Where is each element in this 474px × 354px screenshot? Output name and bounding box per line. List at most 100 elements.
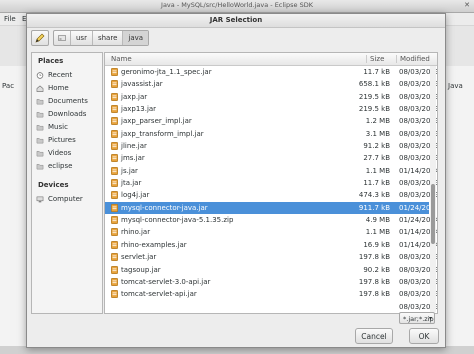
places-item-label: Downloads bbox=[48, 110, 87, 118]
file-name: mysql-connector-java.jar bbox=[121, 203, 208, 212]
jar-selection-dialog: JAR Selection usr share java Places Rece… bbox=[26, 13, 446, 348]
jar-file-icon bbox=[111, 216, 118, 225]
file-row[interactable]: log4j.jar 474.3 kB 08/03/2013 bbox=[105, 189, 437, 201]
file-row[interactable]: rhino.jar 1.1 MB 01/14/2014 bbox=[105, 226, 437, 238]
file-name: jaxp_transform_impl.jar bbox=[121, 129, 204, 138]
file-name: js.jar bbox=[121, 166, 138, 175]
breadcrumb-java[interactable]: java bbox=[123, 31, 149, 45]
eclipse-window-title: Java - MySQL/src/HelloWorld.java - Eclip… bbox=[161, 1, 313, 9]
places-item-documents[interactable]: Documents bbox=[36, 96, 88, 107]
file-row[interactable]: jaxp13.jar 219.5 kB 08/03/2013 bbox=[105, 103, 437, 115]
places-item-recent[interactable]: Recent bbox=[36, 70, 72, 81]
breadcrumb-root[interactable] bbox=[54, 31, 71, 45]
chevron-down-icon: ▾ bbox=[428, 315, 432, 322]
column-modified[interactable]: Modified bbox=[396, 55, 430, 63]
file-row[interactable]: jaxp.jar 219.5 kB 08/03/2013 bbox=[105, 91, 437, 103]
file-row[interactable]: javassist.jar 658.1 kB 08/03/2013 bbox=[105, 78, 437, 90]
file-size: 1.1 MB bbox=[365, 166, 390, 175]
breadcrumb-share[interactable]: share bbox=[93, 31, 124, 45]
file-row[interactable]: jline.jar 91.2 kB 08/03/2013 bbox=[105, 140, 437, 152]
file-name: geronimo-jta_1.1_spec.jar bbox=[121, 68, 212, 76]
menu-file[interactable]: File bbox=[4, 15, 16, 23]
pencil-icon bbox=[35, 33, 45, 43]
places-item-pictures[interactable]: Pictures bbox=[36, 135, 76, 146]
breadcrumb-usr[interactable]: usr bbox=[71, 31, 93, 45]
file-size: 197.8 kB bbox=[358, 253, 390, 262]
file-row[interactable]: mysql-connector-java.jar 911.7 kB 01/24/20… bbox=[105, 201, 437, 215]
places-item-videos[interactable]: Videos bbox=[36, 148, 71, 159]
file-size: 197.8 kB bbox=[358, 277, 390, 286]
file-row[interactable]: rhino-examples.jar 16.9 kB 01/14/2014 bbox=[105, 239, 437, 251]
places-item-music[interactable]: Music bbox=[36, 122, 68, 133]
scrollbar[interactable] bbox=[430, 66, 436, 312]
computer-icon bbox=[36, 196, 44, 203]
cancel-button[interactable]: Cancel bbox=[355, 328, 393, 344]
file-row[interactable]: jms.jar 27.7 kB 08/03/2013 bbox=[105, 152, 437, 164]
file-row[interactable]: servlet.jar 197.8 kB 08/03/2013 bbox=[105, 251, 437, 263]
file-size: 474.3 kB bbox=[358, 191, 390, 200]
clock-icon bbox=[36, 72, 44, 79]
jar-file-icon bbox=[111, 265, 118, 274]
column-size[interactable]: Size bbox=[366, 55, 384, 63]
file-name: javassist.jar bbox=[121, 80, 163, 89]
places-item-label: Videos bbox=[48, 149, 72, 157]
folder-icon bbox=[36, 151, 44, 157]
jar-file-icon bbox=[111, 290, 118, 299]
file-name: jline.jar bbox=[121, 142, 147, 151]
file-name: jaxp13.jar bbox=[121, 105, 157, 114]
places-item-label: Home bbox=[48, 84, 69, 92]
dialog-titlebar: JAR Selection bbox=[27, 14, 445, 28]
file-row[interactable]: jaxp_parser_impl.jar 1.2 MB 08/03/2013 bbox=[105, 115, 437, 127]
jar-file-icon bbox=[111, 228, 118, 237]
dialog-title: JAR Selection bbox=[209, 16, 263, 24]
file-rows: geronimo-jta_1.1_spec.jar 11.7 kB 08/03/20… bbox=[105, 66, 437, 313]
file-name: mysql-connector-java-5.1.35.zip bbox=[121, 216, 234, 225]
edit-location-button[interactable] bbox=[31, 30, 49, 46]
file-row[interactable]: tomcat-servlet-api.jar 197.8 kB 08/03/2013 bbox=[105, 288, 437, 300]
jar-file-icon bbox=[111, 80, 118, 89]
places-item-eclipse[interactable]: eclipse bbox=[36, 161, 72, 172]
folder-icon bbox=[36, 125, 44, 131]
file-name: jaxp.jar bbox=[121, 92, 148, 101]
file-size: 16.9 kB bbox=[363, 240, 390, 249]
file-row[interactable]: js.jar 1.1 MB 01/14/2014 bbox=[105, 165, 437, 177]
package-explorer-tab[interactable]: Pac bbox=[2, 82, 14, 90]
file-type-filter[interactable]: *.jar;*.zip ▾ bbox=[399, 312, 435, 324]
file-name: jms.jar bbox=[121, 154, 145, 163]
places-item-downloads[interactable]: Downloads bbox=[36, 109, 86, 120]
places-item-computer[interactable]: Computer bbox=[36, 194, 83, 205]
file-size: 219.5 kB bbox=[358, 92, 390, 101]
file-size: 219.5 kB bbox=[358, 105, 390, 114]
jar-file-icon bbox=[111, 240, 118, 249]
ok-button[interactable]: OK bbox=[409, 328, 439, 344]
places-header: Places bbox=[38, 57, 64, 65]
file-name: log4j.jar bbox=[121, 191, 150, 200]
file-size: 90.2 kB bbox=[363, 265, 390, 274]
file-row[interactable]: tagsoup.jar 90.2 kB 08/03/2013 bbox=[105, 264, 437, 276]
java-perspective-tab[interactable]: Java bbox=[448, 82, 463, 90]
column-name[interactable]: Name bbox=[111, 55, 132, 63]
file-name: jta.jar bbox=[121, 179, 142, 188]
jar-file-icon bbox=[111, 117, 118, 126]
file-row[interactable]: tomcat-servlet-3.0-api.jar 197.8 kB 08/03/… bbox=[105, 276, 437, 288]
devices-header: Devices bbox=[38, 181, 69, 189]
close-icon[interactable]: ✕ bbox=[464, 1, 470, 9]
file-name: rhino-examples.jar bbox=[121, 240, 187, 249]
file-row[interactable]: 08/03/2013 bbox=[105, 301, 437, 313]
places-item-label: Pictures bbox=[48, 136, 76, 144]
file-row[interactable]: jta.jar 11.7 kB 08/03/2013 bbox=[105, 177, 437, 189]
file-row[interactable]: mysql-connector-java-5.1.35.zip 4.9 MB 01/… bbox=[105, 214, 437, 226]
file-name: tagsoup.jar bbox=[121, 265, 161, 274]
scrollbar-thumb[interactable] bbox=[431, 184, 435, 244]
file-name: servlet.jar bbox=[121, 253, 157, 262]
folder-icon bbox=[36, 138, 44, 144]
jar-file-icon bbox=[111, 154, 118, 163]
file-row[interactable]: jaxp_transform_impl.jar 3.1 MB 08/03/2013 bbox=[105, 128, 437, 140]
jar-file-icon bbox=[111, 129, 118, 138]
jar-file-icon bbox=[111, 92, 118, 101]
file-row[interactable]: geronimo-jta_1.1_spec.jar 11.7 kB 08/03/20… bbox=[105, 66, 437, 78]
file-name: tomcat-servlet-api.jar bbox=[121, 290, 197, 299]
places-item-home[interactable]: Home bbox=[36, 83, 69, 94]
file-size: 1.1 MB bbox=[365, 228, 390, 237]
folder-icon bbox=[36, 99, 44, 105]
